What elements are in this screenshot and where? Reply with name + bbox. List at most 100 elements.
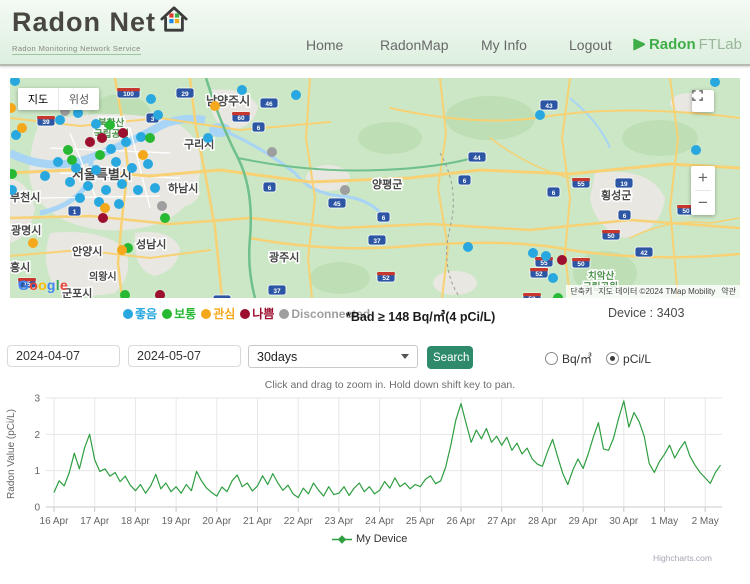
map-canvas[interactable]: 3910029346446456376655195552505065042375… — [10, 78, 740, 298]
radon-chart[interactable]: 012316 Apr17 Apr18 Apr19 Apr20 Apr21 Apr… — [0, 392, 750, 572]
radio-bq-icon[interactable] — [545, 352, 558, 365]
map-marker-good[interactable] — [291, 90, 301, 100]
map-marker-good[interactable] — [150, 183, 160, 193]
map-place-label: 치악산 — [588, 270, 614, 282]
map-marker-good[interactable] — [121, 137, 131, 147]
zoom-out-button[interactable]: − — [691, 191, 715, 215]
unit-radio-group: Bq/㎥ pCi/L — [545, 350, 651, 367]
x-axis-label: 20 Apr — [202, 516, 232, 527]
map-marker-good[interactable] — [136, 132, 146, 142]
map-type-control: 지도 위성 — [18, 88, 99, 110]
fullscreen-button[interactable] — [692, 90, 714, 112]
map-place-label: 흥시 — [10, 260, 30, 274]
radio-pci-icon[interactable] — [606, 352, 619, 365]
google-logo[interactable]: Google — [18, 277, 68, 293]
map-place-label: 안양시 — [72, 244, 102, 258]
map-marker-good[interactable] — [53, 157, 63, 167]
map-marker-good[interactable] — [65, 177, 75, 187]
map-marker-normal[interactable] — [105, 120, 115, 130]
map-marker-good[interactable] — [541, 251, 551, 261]
map-marker-good[interactable] — [691, 145, 701, 155]
map-marker-bad[interactable] — [98, 213, 108, 223]
map-marker-good[interactable] — [83, 181, 93, 191]
unit-option-bq[interactable]: Bq/㎥ — [545, 350, 592, 367]
series-line-my-device[interactable] — [54, 401, 721, 498]
y-axis-tick: 0 — [34, 503, 40, 514]
map-marker-good[interactable] — [114, 199, 124, 209]
map-marker-warn[interactable] — [117, 245, 127, 255]
nav-radonmap[interactable]: RadonMap — [380, 37, 449, 53]
search-button[interactable]: Search — [427, 346, 473, 369]
map-marker-warn[interactable] — [17, 123, 27, 133]
map-marker-good[interactable] — [535, 110, 545, 120]
svg-text:29: 29 — [181, 91, 189, 98]
range-select[interactable]: 30days — [248, 345, 418, 368]
map-marker-bad[interactable] — [118, 128, 128, 138]
map-marker-good[interactable] — [106, 144, 116, 154]
unit-option-pci[interactable]: pCi/L — [606, 352, 651, 366]
svg-text:37: 37 — [273, 288, 281, 295]
map-marker-warn[interactable] — [138, 150, 148, 160]
route-shield: 50 — [602, 230, 620, 240]
map-terms-link[interactable]: 약관 — [721, 286, 736, 297]
svg-text:6: 6 — [463, 178, 467, 185]
map-marker-bad[interactable] — [557, 255, 567, 265]
map-marker-disc[interactable] — [267, 147, 277, 157]
ftlab-triangle-icon — [630, 36, 647, 53]
nav-myinfo[interactable]: My Info — [481, 37, 527, 53]
end-date-input[interactable] — [128, 345, 241, 367]
chart-legend-item[interactable]: My Device — [332, 533, 407, 545]
map-marker-disc[interactable] — [340, 185, 350, 195]
zoom-in-button[interactable]: + — [691, 166, 715, 190]
map-marker-good[interactable] — [127, 163, 137, 173]
map-marker-good[interactable] — [91, 165, 101, 175]
svg-text:52: 52 — [535, 271, 543, 278]
map-marker-good[interactable] — [463, 242, 473, 252]
map-marker-bad[interactable] — [85, 137, 95, 147]
map-marker-good[interactable] — [203, 133, 213, 143]
map-marker-warn[interactable] — [100, 203, 110, 213]
range-select-value: 30days — [257, 350, 297, 364]
x-axis-label: 1 May — [651, 516, 678, 527]
map-marker-good[interactable] — [75, 193, 85, 203]
x-axis-label: 23 Apr — [324, 516, 354, 527]
map-marker-normal[interactable] — [145, 133, 155, 143]
map-marker-normal[interactable] — [67, 155, 77, 165]
highcharts-credits[interactable]: Highcharts.com — [653, 553, 712, 563]
map-marker-good[interactable] — [548, 273, 558, 283]
map-marker-good[interactable] — [91, 119, 101, 129]
route-shield: 45 — [328, 198, 346, 208]
map-marker-normal[interactable] — [63, 145, 73, 155]
y-axis-tick: 3 — [34, 394, 40, 405]
map-marker-warn[interactable] — [28, 238, 38, 248]
map-marker-good[interactable] — [528, 248, 538, 258]
map-marker-good[interactable] — [133, 185, 143, 195]
map-marker-good[interactable] — [146, 94, 156, 104]
map-marker-good[interactable] — [237, 85, 247, 95]
map-marker-normal[interactable] — [95, 150, 105, 160]
svg-text:45: 45 — [333, 201, 341, 208]
map-marker-good[interactable] — [143, 159, 153, 169]
route-shield: 6 — [547, 187, 560, 197]
map-marker-good[interactable] — [153, 110, 163, 120]
map-shortcuts-link[interactable]: 단축키 — [570, 286, 592, 297]
route-shield: 50 — [572, 258, 590, 268]
map-marker-disc[interactable] — [157, 201, 167, 211]
nav-home[interactable]: Home — [306, 37, 343, 53]
map-marker-good[interactable] — [111, 157, 121, 167]
map-marker-good[interactable] — [117, 179, 127, 189]
radon-map[interactable]: 3910029346446456376655195552505065042375… — [10, 78, 740, 298]
map-marker-good[interactable] — [101, 185, 111, 195]
chart-hint: Click and drag to zoom in. Hold down shi… — [0, 379, 750, 391]
map-button[interactable]: 지도 — [18, 88, 58, 110]
route-shield: 6 — [458, 175, 471, 185]
satellite-button[interactable]: 위성 — [58, 88, 99, 110]
route-shield: 52 — [530, 268, 548, 278]
map-marker-warn[interactable] — [210, 101, 220, 111]
start-date-input[interactable] — [7, 345, 120, 367]
map-marker-good[interactable] — [55, 115, 65, 125]
map-marker-good[interactable] — [40, 171, 50, 181]
map-marker-bad[interactable] — [97, 133, 107, 143]
map-marker-normal[interactable] — [160, 213, 170, 223]
nav-logout[interactable]: Logout — [569, 37, 612, 53]
